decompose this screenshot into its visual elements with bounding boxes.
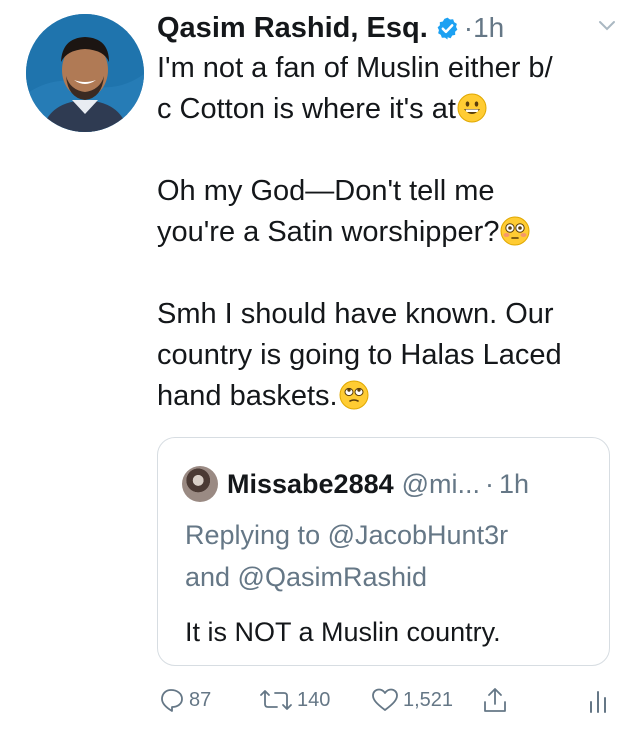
quoted-tweet-header: Missabe2884 @mi... · 1h — [182, 466, 599, 502]
share-icon — [482, 686, 508, 714]
eye-roll-emoji — [339, 380, 369, 410]
retweet-button[interactable]: 140 — [259, 680, 330, 720]
author-avatar[interactable] — [26, 14, 144, 132]
tweet-line: you're a Satin worshipper? — [157, 216, 500, 248]
retweet-count: 140 — [297, 688, 331, 711]
tweet-line: Oh my God—Don't tell me — [157, 175, 495, 207]
chevron-down-icon[interactable] — [598, 19, 616, 33]
replying-to: Replying to @JacobHunt3r and @QasimRashi… — [185, 514, 595, 598]
tweet-line: c Cotton is where it's at — [157, 93, 456, 125]
tweet-line: country is going to Halas Laced — [157, 339, 562, 371]
tweet-actions: 87 140 1,521 — [159, 680, 619, 720]
quoted-author-name: Missabe2884 — [227, 468, 394, 499]
quoted-timestamp: 1h — [499, 468, 530, 499]
tweet-timestamp[interactable]: 1h — [473, 12, 504, 44]
like-button[interactable]: 1,521 — [371, 680, 453, 720]
share-button[interactable] — [482, 680, 508, 720]
quoted-tweet-text: It is NOT a Muslin country. — [185, 617, 501, 647]
analytics-icon — [587, 686, 609, 714]
tweet-paragraph: Smh I should have known. Our country is … — [157, 294, 627, 417]
replying-to-line: and @QasimRashid — [185, 562, 428, 592]
grinning-face-emoji — [457, 93, 487, 123]
reply-button[interactable]: 87 — [159, 680, 211, 720]
tweet-line: I'm not a fan of Muslin either b/ — [157, 52, 553, 84]
tweet-text: I'm not a fan of Muslin either b/ c Cott… — [157, 48, 627, 417]
author-name[interactable]: Qasim Rashid, Esq. — [157, 12, 428, 45]
flushed-face-emoji — [500, 216, 530, 246]
tweet-line: hand baskets. — [157, 380, 338, 412]
replying-to-line: Replying to @JacobHunt3r — [185, 520, 509, 550]
like-icon — [371, 687, 399, 713]
quoted-tweet[interactable]: Missabe2884 @mi... · 1h Replying to @Jac… — [157, 437, 610, 666]
tweet-paragraph: Oh my God—Don't tell me you're a Satin w… — [157, 171, 627, 253]
quoted-author-handle: @mi... — [401, 468, 481, 499]
quoted-separator: · — [485, 468, 495, 499]
tweet-header: Qasim Rashid, Esq. · 1h — [157, 6, 620, 50]
retweet-icon — [259, 687, 293, 713]
like-count: 1,521 — [403, 688, 454, 711]
tweet-line: Smh I should have known. Our — [157, 298, 554, 330]
header-separator: · — [463, 12, 474, 43]
tweet-paragraph: I'm not a fan of Muslin either b/ c Cott… — [157, 48, 627, 130]
analytics-button[interactable] — [587, 680, 609, 720]
reply-icon — [159, 687, 185, 713]
quoted-author-avatar — [182, 466, 218, 502]
verified-badge-icon — [435, 16, 460, 41]
reply-count: 87 — [189, 688, 212, 711]
